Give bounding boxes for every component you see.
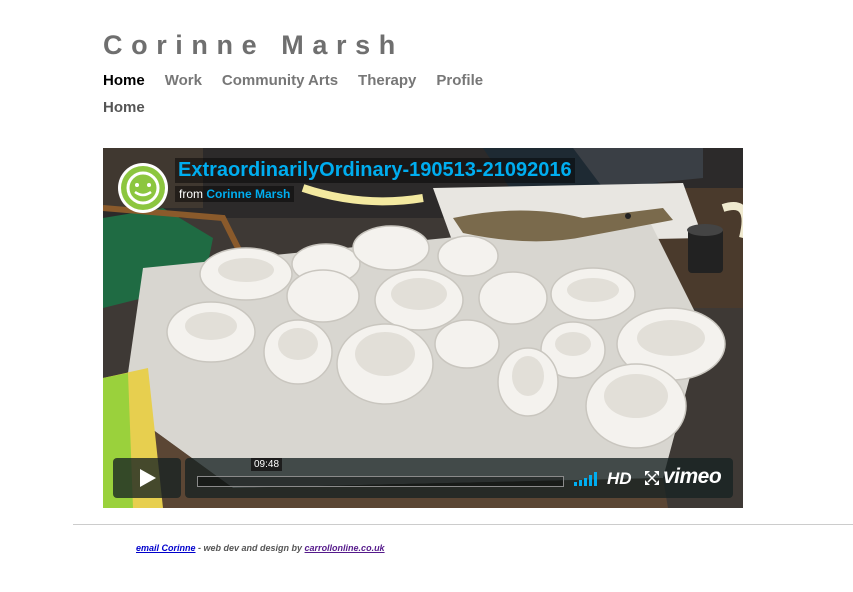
video-duration: 09:48 (251, 458, 283, 471)
play-button[interactable] (113, 458, 181, 498)
hd-button[interactable]: HD (607, 469, 632, 489)
nav-item-home[interactable]: Home (103, 72, 145, 89)
breadcrumb: Home (103, 99, 145, 116)
video-title-box: ExtraordinarilyOrdinary-190513-21092016 … (175, 158, 575, 203)
vimeo-logo[interactable]: vimeo (663, 465, 722, 489)
main-nav: Home Work Community Arts Therapy Profile (103, 72, 483, 89)
footer-credit-text: - web dev and design by (195, 543, 305, 553)
author-avatar[interactable] (118, 163, 168, 213)
fullscreen-icon[interactable] (645, 471, 659, 485)
footer-divider (73, 524, 853, 525)
video-player[interactable]: ExtraordinarilyOrdinary-190513-21092016 … (103, 148, 743, 508)
smiley-icon (121, 166, 165, 210)
footer: email Corinne - web dev and design by ca… (136, 543, 385, 553)
site-title: Corinne Marsh (103, 30, 404, 60)
video-byline: from Corinne Marsh (175, 186, 295, 202)
from-label: from (179, 187, 203, 201)
volume-icon[interactable] (574, 470, 600, 486)
nav-item-profile[interactable]: Profile (436, 72, 483, 89)
progress-bar[interactable] (197, 476, 564, 487)
video-title[interactable]: ExtraordinarilyOrdinary-190513-21092016 (175, 158, 575, 183)
email-link[interactable]: email Corinne (136, 543, 196, 553)
video-author-link[interactable]: Corinne Marsh (206, 187, 290, 201)
designer-link[interactable]: carrollonline.co.uk (305, 543, 385, 553)
player-controls: 09:48 HD vimeo (113, 458, 733, 498)
control-bar: 09:48 HD vimeo (185, 458, 733, 498)
nav-item-community-arts[interactable]: Community Arts (222, 72, 338, 89)
play-icon (140, 469, 156, 487)
nav-item-therapy[interactable]: Therapy (358, 72, 416, 89)
nav-item-work[interactable]: Work (165, 72, 202, 89)
